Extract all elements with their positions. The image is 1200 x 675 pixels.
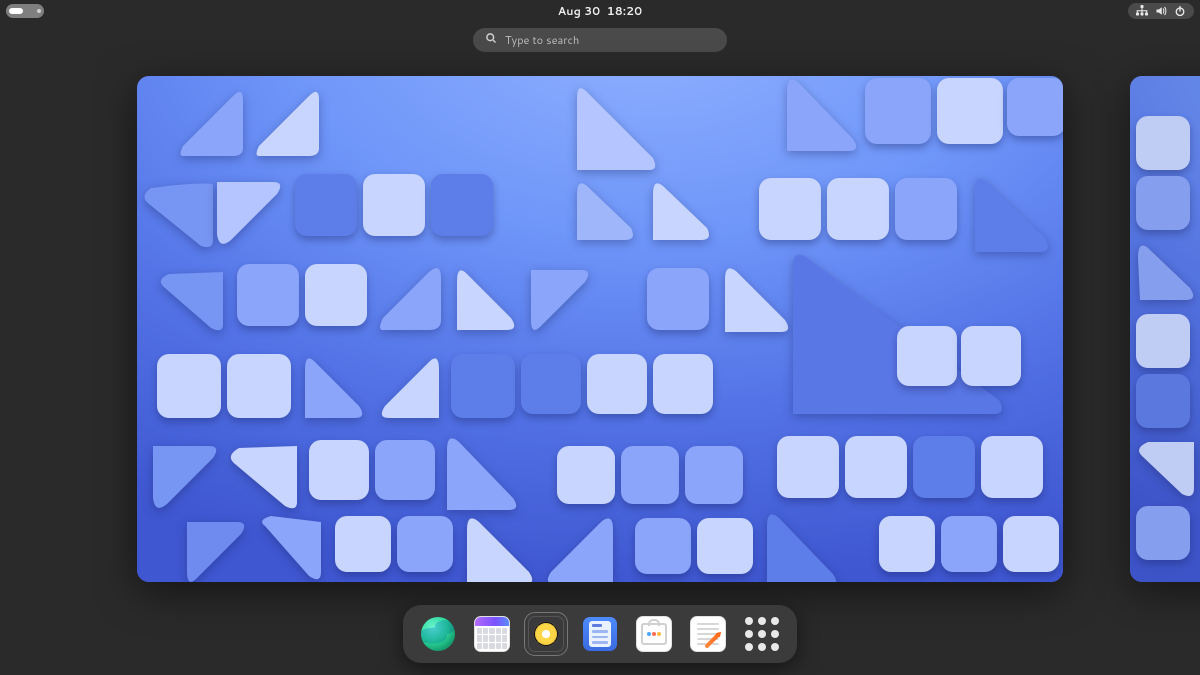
dock-app-todo[interactable]: [581, 615, 619, 653]
software-icon: [636, 616, 672, 652]
workspace-next[interactable]: [1130, 76, 1200, 582]
dock-app-text-editor[interactable]: [689, 615, 727, 653]
dock: [403, 605, 797, 663]
text-editor-icon: [690, 616, 726, 652]
calendar-icon: [474, 616, 510, 652]
network-icon: [1136, 5, 1148, 17]
music-icon: [528, 616, 564, 652]
search-bar[interactable]: Type to search: [473, 28, 727, 52]
wallpaper: [137, 76, 1063, 582]
workspace-indicator-current: [9, 8, 23, 14]
dock-app-calendar[interactable]: [473, 615, 511, 653]
dock-app-music[interactable]: [527, 615, 565, 653]
workspace-switcher: [0, 76, 1200, 582]
workspace-indicator-next: [37, 9, 41, 13]
clock-time: 18:20: [607, 3, 643, 19]
grid-icon: [745, 617, 779, 651]
clock[interactable]: Aug 30 18:20: [558, 3, 643, 19]
globe-icon: [421, 617, 455, 651]
volume-icon: [1155, 5, 1167, 17]
search-icon: [485, 32, 497, 48]
wallpaper: [1130, 76, 1200, 582]
system-tray[interactable]: [1128, 3, 1194, 19]
clock-date: Aug 30: [558, 3, 601, 19]
activities-button[interactable]: [6, 4, 44, 18]
todo-icon: [583, 617, 617, 651]
dock-app-software[interactable]: [635, 615, 673, 653]
top-panel: Aug 30 18:20: [0, 0, 1200, 22]
dock-app-web-browser[interactable]: [419, 615, 457, 653]
search-placeholder: Type to search: [505, 32, 579, 48]
power-icon: [1174, 5, 1186, 17]
dock-show-applications[interactable]: [743, 615, 781, 653]
workspace-current[interactable]: [137, 76, 1063, 582]
